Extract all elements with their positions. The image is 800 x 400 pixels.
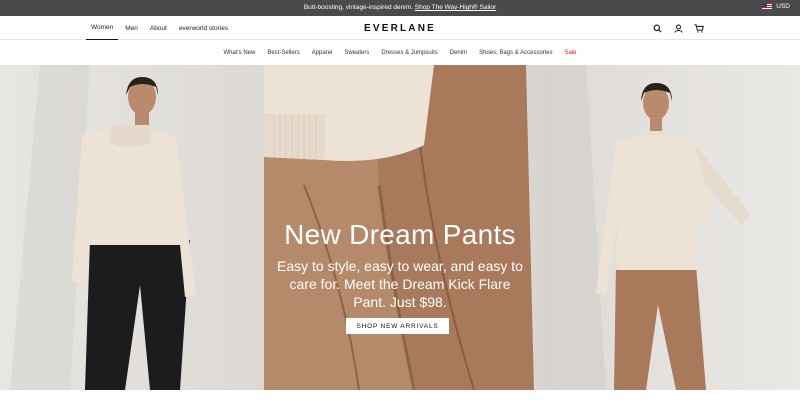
category-shoes-bags-accessories[interactable]: Shoes, Bags & Accessories xyxy=(479,50,552,56)
category-sale[interactable]: Sale xyxy=(564,50,576,56)
category-dresses-jumpsuits[interactable]: Dresses & Jumpsuits xyxy=(381,50,437,56)
hero-banner[interactable]: New Dream Pants Easy to style, easy to w… xyxy=(0,65,800,390)
promo-link[interactable]: Shop The Way-High® Sailor xyxy=(415,4,496,11)
promo-bar: Butt-boosting, vintage-inspired denim. S… xyxy=(0,0,800,16)
us-flag-icon xyxy=(762,3,773,10)
category-denim[interactable]: Denim xyxy=(450,50,467,56)
header-icons xyxy=(651,22,705,34)
cart-icon[interactable] xyxy=(693,22,705,34)
category-best-sellers[interactable]: Best-Sellers xyxy=(267,50,299,56)
currency-label: USD xyxy=(776,3,790,10)
category-apparel[interactable]: Apparel xyxy=(312,50,333,56)
category-sweaters[interactable]: Sweaters xyxy=(344,50,369,56)
hero-title: New Dream Pants xyxy=(284,219,516,250)
category-whats-new[interactable]: What's New xyxy=(224,50,256,56)
hero-copy: New Dream Pants Easy to style, easy to w… xyxy=(0,65,800,390)
account-icon[interactable] xyxy=(672,22,684,34)
promo-message: Butt-boosting, vintage-inspired denim. S… xyxy=(0,4,800,12)
page-bottom-edge xyxy=(0,390,800,400)
shop-new-arrivals-button[interactable]: SHOP NEW ARRIVALS xyxy=(346,318,449,334)
hero-subtitle: Easy to style, easy to wear, and easy to… xyxy=(277,258,523,310)
currency-selector[interactable]: USD xyxy=(762,3,790,10)
promo-text: Butt-boosting, vintage-inspired denim. xyxy=(303,4,413,11)
category-nav: What's New Best-Sellers Apparel Sweaters… xyxy=(0,40,800,65)
search-icon[interactable] xyxy=(651,22,663,34)
site-header: Women Men About everworld stories EVERLA… xyxy=(0,16,800,40)
